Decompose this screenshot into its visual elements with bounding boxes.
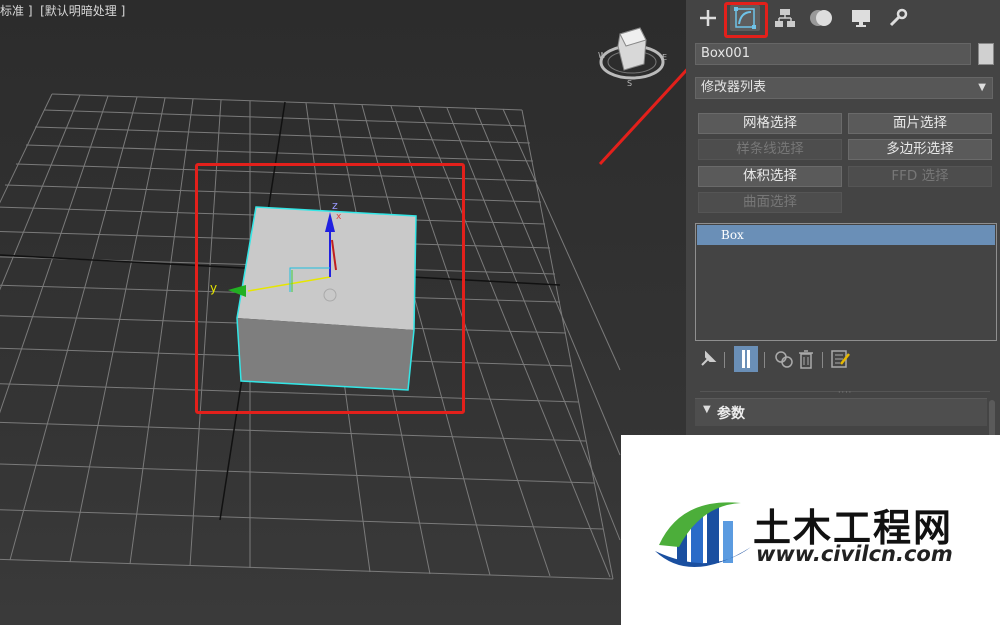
configure-modifier-sets-button[interactable] <box>828 346 852 372</box>
svg-text:E: E <box>662 53 667 62</box>
rollout-collapse-icon: ▼ <box>703 404 711 415</box>
tab-motion[interactable] <box>807 5 837 31</box>
chevron-down-icon: ▼ <box>978 82 986 93</box>
tab-hierarchy[interactable] <box>770 5 800 31</box>
annotation-box-modify-tab <box>724 2 768 38</box>
panel-scrollbar[interactable] <box>989 400 995 440</box>
spline-select-button[interactable]: 样条线选择 <box>698 139 842 160</box>
separator <box>724 352 725 368</box>
make-unique-icon <box>775 351 793 368</box>
plus-icon <box>700 10 716 26</box>
trash-icon <box>799 350 813 369</box>
watermark-logo: 土木工程网 www.civilcn.com <box>621 435 1000 625</box>
svg-text:W: W <box>598 51 606 60</box>
tab-display[interactable] <box>846 5 876 31</box>
parameters-rollout[interactable]: ▼ 参数 <box>695 398 987 426</box>
poly-select-button[interactable]: 多边形选择 <box>848 139 992 160</box>
object-color-swatch[interactable] <box>978 43 994 65</box>
annotation-box-object <box>195 163 465 414</box>
configure-list-icon <box>831 350 850 368</box>
tab-utilities[interactable] <box>883 5 913 31</box>
stack-item-box[interactable]: Box <box>697 225 995 245</box>
patch-select-button[interactable]: 面片选择 <box>848 113 992 134</box>
remove-modifier-button[interactable] <box>794 346 818 372</box>
viewport-label[interactable]: 标准 ] [默认明暗处理 ] <box>0 2 125 19</box>
tab-create[interactable] <box>693 5 723 31</box>
motion-icon <box>810 10 832 26</box>
volume-select-button[interactable]: 体积选择 <box>698 166 842 187</box>
pin-stack-button[interactable] <box>696 346 720 372</box>
separator <box>822 352 823 368</box>
mesh-select-button[interactable]: 网格选择 <box>698 113 842 134</box>
separator <box>764 352 765 368</box>
watermark-url: www.civilcn.com <box>756 542 953 566</box>
wrench-icon <box>889 8 908 27</box>
surface-select-button[interactable]: 曲面选择 <box>698 192 842 213</box>
modifier-list-label: 修改器列表 <box>701 80 767 95</box>
hierarchy-icon <box>775 9 795 27</box>
monitor-icon <box>852 10 870 27</box>
svg-text:S: S <box>627 79 632 88</box>
make-unique-button[interactable] <box>772 346 796 372</box>
end-result-icon <box>742 350 750 368</box>
pin-icon <box>701 350 717 366</box>
modifier-stack-list[interactable]: Box <box>695 223 997 341</box>
viewcube-icon[interactable]: W E S <box>598 27 667 88</box>
show-end-result-button[interactable] <box>734 346 758 372</box>
object-name-field[interactable]: Box001 <box>695 43 971 65</box>
rollout-title: 参数 <box>717 406 745 422</box>
divider-grip: ···· <box>838 388 853 397</box>
modifier-list-dropdown[interactable]: 修改器列表 ▼ <box>695 77 993 99</box>
ffd-select-button[interactable]: FFD 选择 <box>848 166 992 187</box>
stack-toolbar <box>696 346 996 374</box>
